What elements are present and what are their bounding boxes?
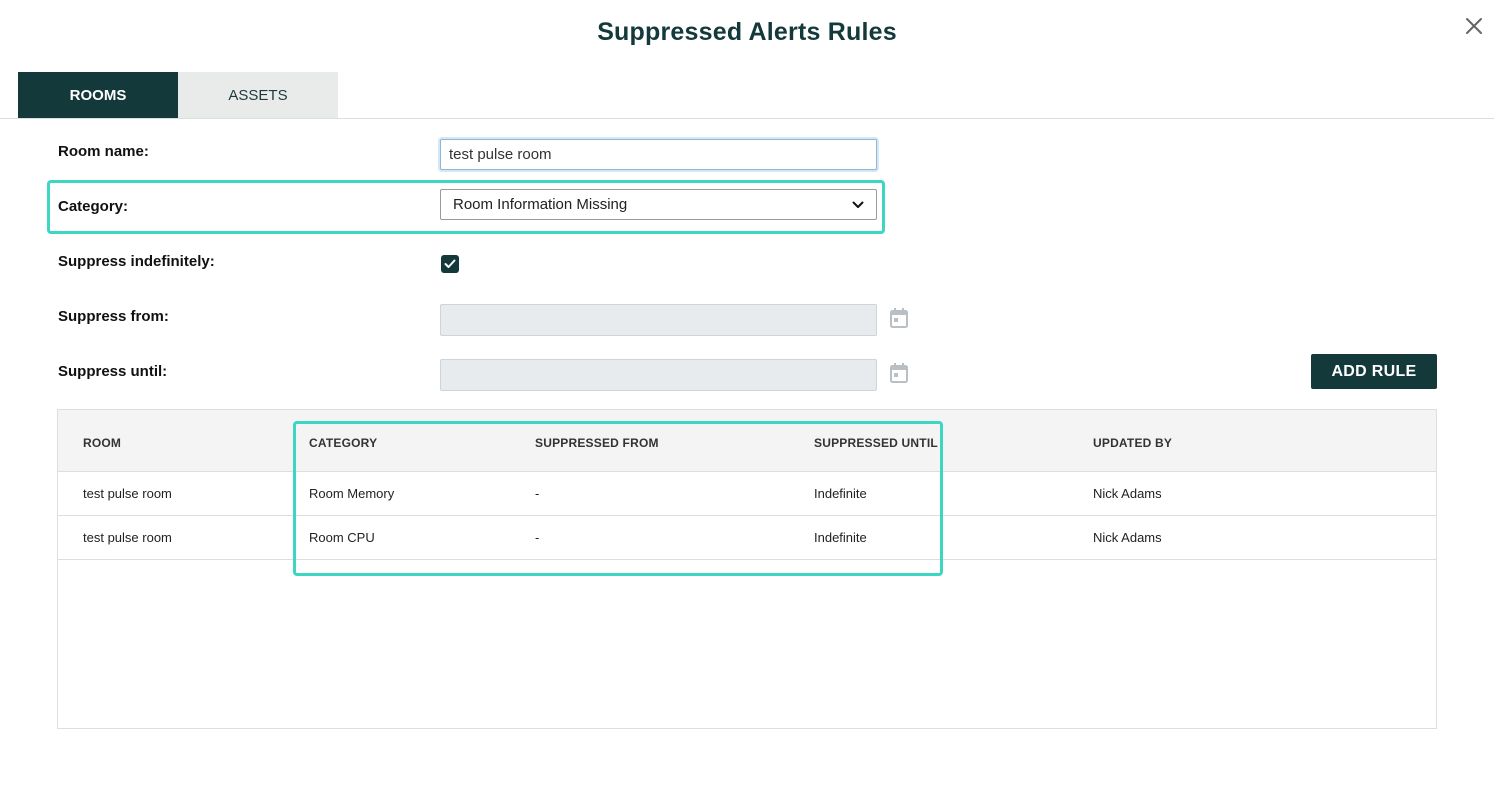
calendar-icon[interactable] [889, 307, 909, 329]
close-icon[interactable] [1462, 14, 1486, 38]
check-icon [444, 259, 456, 268]
cell-updated-by: Nick Adams [1093, 486, 1162, 501]
cell-updated-by: Nick Adams [1093, 530, 1162, 545]
category-selected-value: Room Information Missing [453, 196, 628, 213]
column-header-room[interactable]: ROOM [83, 436, 121, 450]
tab-assets[interactable]: ASSETS [178, 72, 338, 118]
tabs-divider [0, 118, 1494, 119]
category-select[interactable]: Room Information Missing [440, 189, 877, 220]
add-rule-button[interactable]: ADD RULE [1311, 354, 1437, 389]
suppress-from-label: Suppress from: [58, 308, 169, 325]
category-label: Category: [58, 198, 129, 215]
column-header-updated-by[interactable]: UPDATED BY [1093, 436, 1172, 450]
suppress-indefinitely-label: Suppress indefinitely: [58, 253, 215, 270]
tab-bar: ROOMS ASSETS [18, 72, 338, 118]
suppress-until-label: Suppress until: [58, 363, 168, 380]
chevron-down-icon [852, 201, 864, 208]
suppress-until-input [440, 359, 877, 391]
suppress-from-input [440, 304, 877, 336]
cell-room: test pulse room [83, 486, 172, 501]
room-name-input[interactable] [440, 139, 877, 170]
table-columns-highlight [293, 421, 943, 576]
suppress-indefinitely-checkbox[interactable] [441, 255, 459, 273]
room-name-label: Room name: [58, 143, 149, 160]
dialog-title: Suppressed Alerts Rules [597, 18, 897, 46]
calendar-icon[interactable] [889, 362, 909, 384]
tab-rooms[interactable]: ROOMS [18, 72, 178, 118]
cell-room: test pulse room [83, 530, 172, 545]
